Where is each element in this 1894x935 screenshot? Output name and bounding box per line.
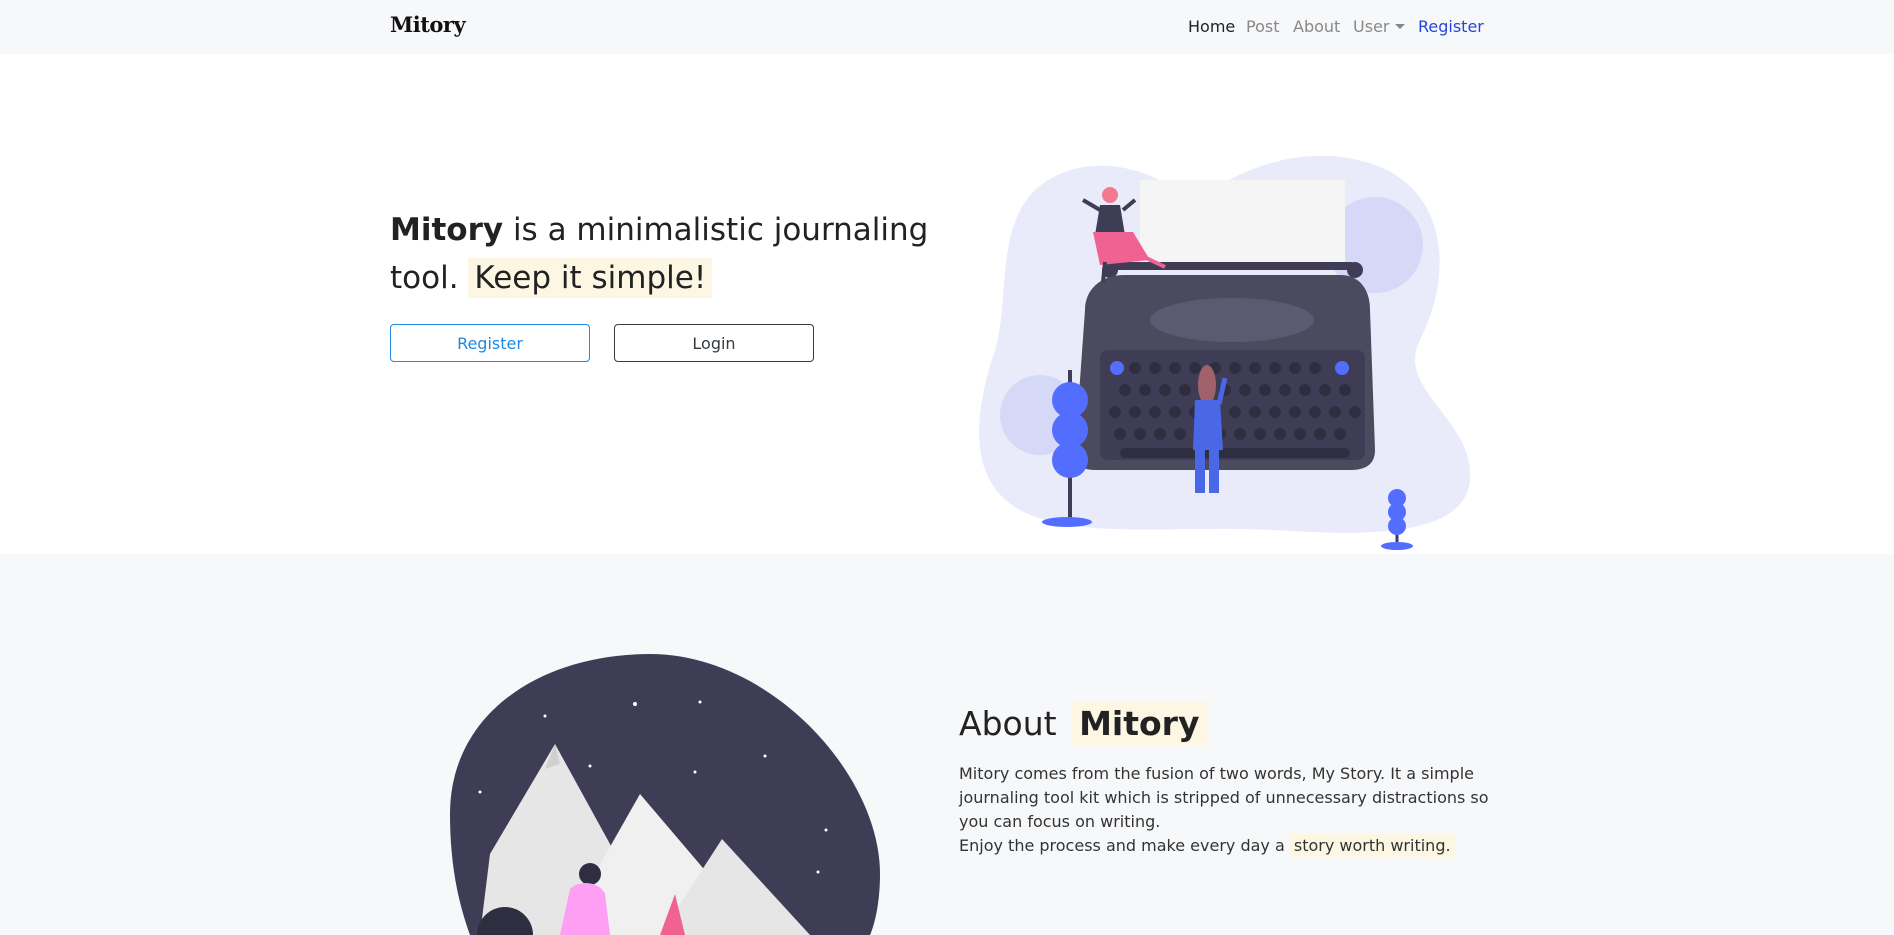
nav-register[interactable]: Register	[1418, 17, 1484, 36]
about-text: Mitory comes from the fusion of two word…	[959, 762, 1499, 858]
about-paragraph-2-highlight: story worth writing.	[1289, 834, 1455, 857]
mountain-night-illustration	[450, 654, 880, 935]
about-paragraph-2: Enjoy the process and make every day a s…	[959, 834, 1499, 858]
hero-heading: Mitory is a minimalistic journaling tool…	[390, 206, 930, 302]
nav-home[interactable]: Home	[1188, 17, 1235, 36]
hero-section: Mitory is a minimalistic journaling tool…	[0, 54, 1894, 554]
nav-post[interactable]: Post	[1246, 17, 1279, 36]
nav-user-label: User	[1353, 17, 1390, 36]
about-section: About Mitory Mitory comes from the fusio…	[0, 554, 1894, 935]
about-heading: About Mitory	[959, 702, 1208, 745]
nav-user-dropdown[interactable]: User	[1353, 17, 1406, 36]
hero-brand-word: Mitory	[390, 212, 504, 248]
nav-about[interactable]: About	[1293, 17, 1340, 36]
brand-logo[interactable]: Mitory	[390, 12, 466, 37]
about-heading-highlight: Mitory	[1071, 702, 1208, 745]
typewriter-illustration	[979, 155, 1471, 550]
register-button[interactable]: Register	[390, 324, 590, 362]
dropdown-caret-icon	[1395, 24, 1406, 29]
about-paragraph-2-text: Enjoy the process and make every day a	[959, 836, 1285, 855]
about-paragraph-1: Mitory comes from the fusion of two word…	[959, 764, 1489, 831]
navbar: Mitory Home Post About User Register	[0, 0, 1894, 54]
about-heading-prefix: About	[959, 704, 1057, 743]
login-button[interactable]: Login	[614, 324, 814, 362]
hero-highlight: Keep it simple!	[468, 258, 713, 298]
